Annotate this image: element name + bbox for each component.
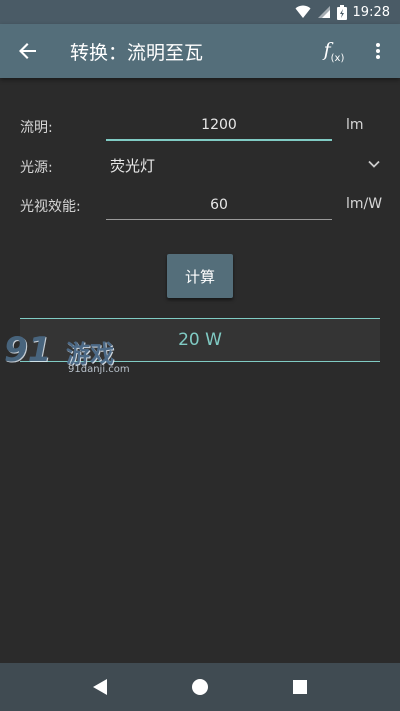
- formula-icon: f(x): [323, 38, 345, 64]
- chevron-down-icon[interactable]: [368, 159, 380, 169]
- watermark-site: 91danji.com: [68, 364, 130, 375]
- toolbar: 转换：流明至瓦 f(x): [0, 24, 400, 78]
- lumen-unit: lm: [346, 117, 364, 133]
- lumen-input[interactable]: [106, 111, 332, 141]
- circle-home-icon: [192, 679, 208, 695]
- lumen-label: 流明:: [20, 120, 53, 136]
- light-source-label: 光源:: [20, 160, 53, 176]
- square-recents-icon: [293, 680, 307, 694]
- status-bar: 19:28: [0, 0, 400, 24]
- light-source-row[interactable]: 光源: 荧光灯: [0, 151, 400, 181]
- more-vert-icon: [376, 43, 380, 59]
- formula-button[interactable]: f(x): [312, 24, 356, 78]
- calculate-button[interactable]: 计算: [167, 254, 233, 298]
- efficacy-label: 光视效能:: [20, 199, 81, 215]
- efficacy-input[interactable]: [106, 190, 332, 220]
- lumen-row: 流明: lm: [0, 111, 400, 141]
- nav-back-button[interactable]: [80, 667, 120, 707]
- back-button[interactable]: [0, 24, 56, 78]
- status-time: 19:28: [352, 4, 390, 20]
- nav-home-button[interactable]: [180, 667, 220, 707]
- light-source-select[interactable]: 荧光灯: [110, 155, 155, 176]
- wifi-icon: [295, 5, 311, 18]
- arrow-back-icon: [19, 43, 36, 59]
- nav-recents-button[interactable]: [280, 667, 320, 707]
- result-value: 20 W: [178, 330, 222, 350]
- result-display: 20 W: [20, 318, 380, 362]
- more-options-button[interactable]: [356, 24, 400, 78]
- page-title: 转换：流明至瓦: [70, 41, 204, 64]
- triangle-back-icon: [93, 679, 107, 695]
- efficacy-unit: lm/W: [346, 196, 383, 212]
- efficacy-row: 光视效能: lm/W: [0, 190, 400, 220]
- battery-icon: [336, 4, 347, 20]
- signal-icon: [317, 6, 330, 18]
- navigation-bar: [0, 663, 400, 711]
